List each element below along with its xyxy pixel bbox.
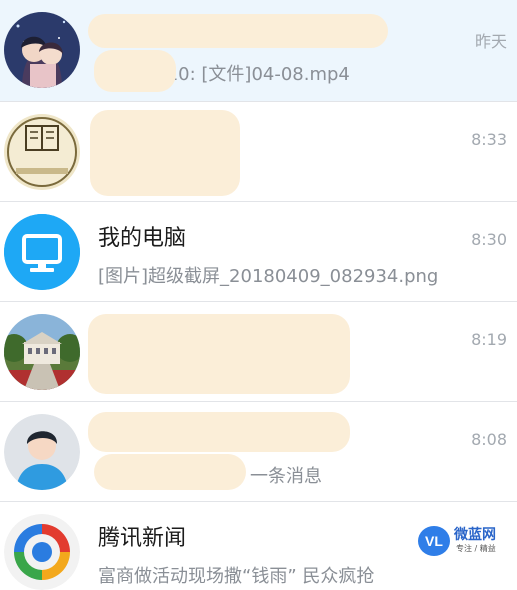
book-club-logo-icon bbox=[4, 114, 80, 190]
tencent-news-icon bbox=[4, 514, 80, 590]
watermark-subtitle: 专注 / 精益 bbox=[456, 544, 496, 553]
watermark-name: 微蓝网 bbox=[454, 527, 496, 543]
conversation-time: 8:08 bbox=[471, 430, 507, 449]
redaction-smear bbox=[88, 314, 350, 394]
conversation-row[interactable]: 8:19 bbox=[0, 302, 517, 402]
conversation-time: 昨天 bbox=[474, 32, 507, 51]
conversation-preview: [图片]超级截屏_20180409_082934.png bbox=[98, 266, 439, 287]
conversation-title: 腾讯新闻 bbox=[98, 526, 187, 551]
conversation-preview-text: 一条消息 bbox=[250, 466, 322, 487]
conversation-list: 20142210: [文件]04-08.mp4 昨天 8:33 我的电脑 [图片… bbox=[0, 0, 517, 590]
redaction-smear bbox=[94, 50, 176, 92]
redaction-smear bbox=[94, 454, 246, 490]
redaction-smear bbox=[88, 14, 388, 48]
conversation-row[interactable]: 8:33 bbox=[0, 102, 517, 202]
monitor-icon bbox=[4, 214, 80, 290]
watermark-badge: VL bbox=[418, 526, 450, 556]
conversation-time: 8:30 bbox=[471, 230, 507, 249]
conversation-preview: 富商做活动现场撒“钱雨” 民众疯抢 bbox=[98, 566, 375, 587]
campus-building-avatar-icon bbox=[4, 314, 80, 390]
conversation-row[interactable]: 我的电脑 [图片]超级截屏_20180409_082934.png 8:30 bbox=[0, 202, 517, 302]
conversation-time: 8:33 bbox=[471, 130, 507, 149]
anime-couple-avatar-icon bbox=[4, 12, 80, 88]
conversation-time: 8:19 bbox=[471, 330, 507, 349]
conversation-preview: 一条消息 bbox=[250, 462, 322, 488]
watermark-logo: VL 微蓝网 专注 / 精益 bbox=[418, 522, 514, 562]
conversation-title: 我的电脑 bbox=[98, 226, 187, 251]
redaction-smear bbox=[88, 412, 350, 452]
conversation-row[interactable]: 20142210: [文件]04-08.mp4 昨天 bbox=[0, 0, 517, 102]
default-person-avatar-icon bbox=[4, 414, 80, 490]
redaction-smear bbox=[90, 110, 240, 196]
conversation-row[interactable]: 一条消息 8:08 bbox=[0, 402, 517, 502]
